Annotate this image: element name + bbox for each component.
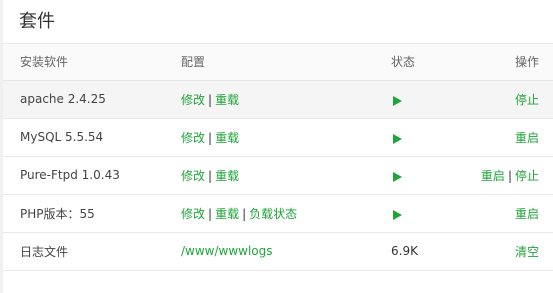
- stop-link[interactable]: 停止: [515, 93, 539, 107]
- play-icon: [393, 171, 402, 182]
- table-header: 安装软件 配置 状态 操作: [3, 44, 553, 81]
- status-cell: [391, 80, 467, 119]
- clear-link[interactable]: 清空: [515, 245, 539, 259]
- action-cell: 重启 | 停止: [467, 156, 553, 195]
- config-cell: /www/wwwlogs: [181, 232, 391, 271]
- software-name: apache 2.4.25: [3, 80, 181, 119]
- action-cell: 重启: [467, 194, 553, 233]
- reload-link[interactable]: 重载: [215, 207, 239, 221]
- restart-link[interactable]: 重启: [481, 169, 505, 183]
- play-icon: [393, 95, 402, 106]
- table-row: apache 2.4.25 修改 | 重载 停止: [3, 80, 553, 119]
- load-status-link[interactable]: 负载状态: [249, 207, 297, 221]
- status-cell: [391, 156, 467, 195]
- edit-link[interactable]: 修改: [181, 131, 205, 145]
- separator: |: [507, 168, 512, 183]
- log-path-link[interactable]: /www/wwwlogs: [181, 244, 273, 258]
- software-table: 安装软件 配置 状态 操作 apache 2.4.25 修改 | 重载 停止 MyS…: [3, 44, 553, 271]
- edit-link[interactable]: 修改: [181, 93, 205, 107]
- header-action: 操作: [467, 44, 553, 81]
- reload-link[interactable]: 重载: [215, 93, 239, 107]
- log-size: 6.9K: [391, 232, 467, 271]
- play-icon: [393, 209, 402, 220]
- table-row: Pure-Ftpd 1.0.43 修改 | 重载 重启 | 停止: [3, 156, 553, 195]
- status-cell: [391, 194, 467, 233]
- header-software: 安装软件: [3, 44, 181, 81]
- restart-link[interactable]: 重启: [515, 131, 539, 145]
- software-name: MySQL 5.5.54: [3, 118, 181, 157]
- separator: |: [208, 206, 213, 221]
- edit-link[interactable]: 修改: [181, 169, 205, 183]
- config-cell: 修改 | 重载 | 负载状态: [181, 194, 391, 233]
- table-row: MySQL 5.5.54 修改 | 重载 重启: [3, 118, 553, 157]
- reload-link[interactable]: 重载: [215, 169, 239, 183]
- config-cell: 修改 | 重载: [181, 118, 391, 157]
- config-cell: 修改 | 重载: [181, 80, 391, 119]
- header-config: 配置: [181, 44, 391, 81]
- software-name: PHP版本：55: [3, 194, 181, 233]
- header-status: 状态: [391, 44, 467, 81]
- edit-link[interactable]: 修改: [181, 207, 205, 221]
- config-cell: 修改 | 重载: [181, 156, 391, 195]
- action-cell: 清空: [467, 232, 553, 271]
- table-row: 日志文件 /www/wwwlogs 6.9K 清空: [3, 232, 553, 271]
- restart-link[interactable]: 重启: [515, 207, 539, 221]
- separator: |: [208, 92, 213, 107]
- stop-link[interactable]: 停止: [515, 169, 539, 183]
- reload-link[interactable]: 重载: [215, 131, 239, 145]
- separator: |: [208, 130, 213, 145]
- table-row: PHP版本：55 修改 | 重载 | 负载状态 重启: [3, 194, 553, 233]
- status-cell: [391, 118, 467, 157]
- suite-panel: 套件 安装软件 配置 状态 操作 apache 2.4.25 修改 | 重载 停止: [3, 0, 553, 293]
- panel-title: 套件: [3, 0, 553, 44]
- action-cell: 停止: [467, 80, 553, 119]
- play-icon: [393, 133, 402, 144]
- separator: |: [242, 206, 247, 221]
- separator: |: [208, 168, 213, 183]
- action-cell: 重启: [467, 118, 553, 157]
- software-name: 日志文件: [3, 232, 181, 271]
- software-name: Pure-Ftpd 1.0.43: [3, 156, 181, 195]
